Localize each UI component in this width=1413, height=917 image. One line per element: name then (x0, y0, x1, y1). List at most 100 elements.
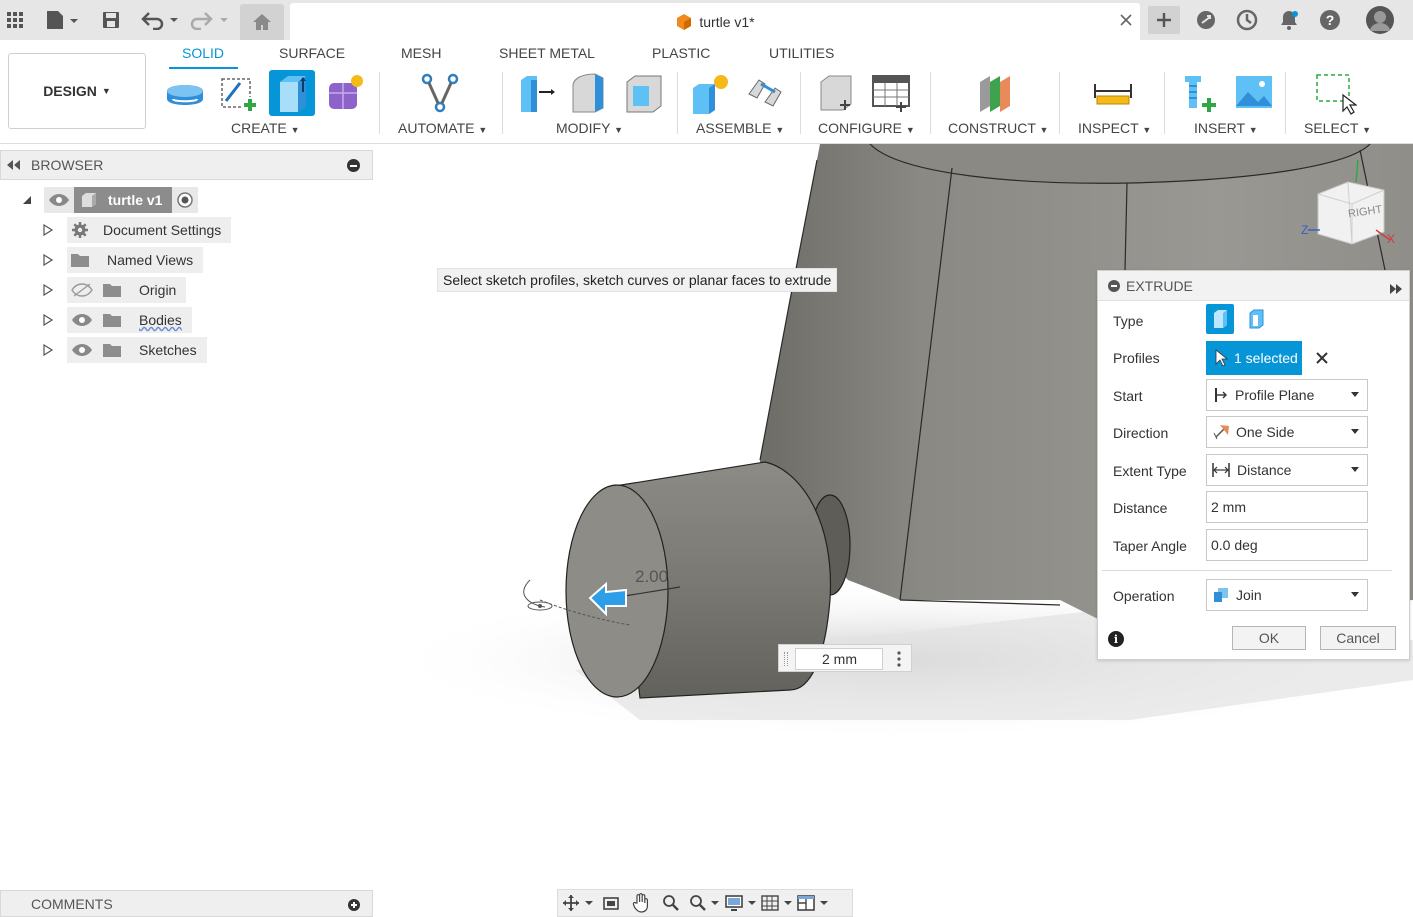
distance-input[interactable]: 2 mm (1206, 491, 1368, 523)
insert-canvas-icon[interactable] (1231, 70, 1277, 116)
add-comment-icon[interactable] (348, 899, 360, 911)
type-solid-button[interactable] (1206, 304, 1234, 334)
expand-dialog-icon[interactable] (1389, 281, 1403, 297)
extrude-tool-icon[interactable] (269, 70, 315, 116)
create-menu[interactable]: CREATE ▼ (231, 120, 300, 136)
browser-item-named-views[interactable]: Named Views (67, 247, 204, 273)
undo-icon[interactable] (140, 6, 180, 34)
inspect-menu[interactable]: INSPECT ▼ (1078, 120, 1151, 136)
workspace-label: DESIGN (43, 83, 97, 99)
joint-tool-icon[interactable] (742, 70, 788, 116)
fit-zoom-icon[interactable] (686, 891, 722, 915)
save-icon[interactable] (100, 6, 122, 34)
select-tool-icon[interactable] (1312, 70, 1358, 116)
job-status-icon[interactable] (1235, 6, 1259, 34)
collapse-panel-icon[interactable] (7, 160, 21, 170)
browser-root-row[interactable]: turtle v1 (44, 187, 199, 213)
extent-type-dropdown[interactable]: Distance (1206, 454, 1368, 486)
tab-solid[interactable]: SOLID (182, 45, 224, 61)
direction-dropdown[interactable]: One Side (1206, 416, 1368, 448)
automate-menu[interactable]: AUTOMATE ▼ (398, 120, 487, 136)
tab-utilities[interactable]: UTILITIES (769, 45, 834, 61)
activate-radio-icon[interactable] (172, 187, 199, 213)
select-menu[interactable]: SELECT ▼ (1304, 120, 1371, 136)
measure-tool-icon[interactable] (1090, 70, 1136, 116)
workspace-switcher-button[interactable]: DESIGN ▼ (8, 53, 146, 129)
collapse-triangle-icon[interactable] (20, 193, 34, 207)
shell-tool-icon[interactable] (622, 70, 668, 116)
tab-surface[interactable]: SURFACE (279, 45, 345, 61)
modify-menu[interactable]: MODIFY ▼ (556, 120, 623, 136)
browser-root-item[interactable]: turtle v1 (74, 187, 173, 213)
minimize-browser-icon[interactable] (347, 159, 360, 172)
revolve-tool-icon[interactable] (162, 70, 208, 116)
construct-menu[interactable]: CONSTRUCT ▼ (948, 120, 1048, 136)
viewports-icon[interactable] (794, 891, 830, 915)
tab-plastic[interactable]: PLASTIC (652, 45, 710, 61)
browser-item-origin[interactable]: Origin (67, 277, 187, 303)
expand-triangle-icon[interactable] (41, 223, 55, 237)
extrude-dialog-header[interactable]: EXTRUDE (1098, 271, 1409, 301)
expand-triangle-icon[interactable] (41, 343, 55, 357)
zoom-icon[interactable] (656, 891, 686, 915)
fillet-tool-icon[interactable] (568, 70, 614, 116)
expand-triangle-icon[interactable] (41, 313, 55, 327)
file-menu-icon[interactable] (42, 6, 80, 34)
hidden-eye-icon[interactable] (69, 283, 95, 297)
clear-selection-icon[interactable] (1315, 351, 1329, 368)
browser-item-sketches[interactable]: Sketches (67, 337, 207, 363)
taper-angle-input[interactable]: 0.0 deg (1206, 529, 1368, 561)
visibility-eye-icon[interactable] (44, 187, 74, 213)
look-at-icon[interactable] (596, 891, 626, 915)
document-tab[interactable]: turtle v1* (290, 3, 1140, 40)
insert-mcmaster-icon[interactable] (1178, 70, 1224, 116)
info-icon[interactable]: i (1108, 631, 1124, 647)
type-thin-button[interactable] (1242, 304, 1270, 334)
pan-hand-icon[interactable] (626, 891, 656, 915)
distance-onscreen-field[interactable]: 2 mm (795, 648, 883, 670)
new-component-tool-icon[interactable] (688, 70, 734, 116)
form-tool-icon[interactable] (322, 70, 368, 116)
grid-settings-icon[interactable] (758, 891, 794, 915)
help-icon[interactable]: ? (1318, 6, 1342, 34)
new-tab-button[interactable] (1148, 6, 1180, 34)
more-options-icon[interactable] (897, 651, 901, 670)
configuration-table-icon[interactable] (868, 70, 914, 116)
collapse-dialog-icon[interactable] (1108, 279, 1120, 292)
close-tab-icon[interactable] (1118, 12, 1134, 28)
operation-dropdown[interactable]: Join (1206, 579, 1368, 611)
visibility-eye-icon[interactable] (69, 343, 95, 357)
create-sketch-tool-icon[interactable] (215, 70, 261, 116)
distance-onscreen-input[interactable]: 2 mm (778, 644, 912, 672)
configure-menu[interactable]: CONFIGURE ▼ (818, 120, 915, 136)
home-tab[interactable] (240, 4, 284, 40)
press-pull-tool-icon[interactable] (514, 70, 560, 116)
orbit-icon[interactable] (558, 891, 596, 915)
insert-menu[interactable]: INSERT ▼ (1194, 120, 1258, 136)
offset-plane-tool-icon[interactable] (973, 70, 1019, 116)
visibility-eye-icon[interactable] (69, 313, 95, 327)
app-grid-icon[interactable] (4, 6, 26, 34)
profiles-selection-button[interactable]: 1 selected (1206, 341, 1302, 375)
cancel-button[interactable]: Cancel (1320, 626, 1396, 650)
tab-sheet-metal[interactable]: SHEET METAL (499, 45, 595, 61)
browser-item-document-settings[interactable]: Document Settings (67, 217, 232, 243)
browser-panel-header[interactable]: BROWSER (0, 150, 373, 180)
expand-triangle-icon[interactable] (41, 253, 55, 267)
expand-triangle-icon[interactable] (41, 283, 55, 297)
tab-mesh[interactable]: MESH (401, 45, 441, 61)
drag-handle-icon[interactable] (784, 652, 788, 666)
automate-tool-icon[interactable] (418, 70, 464, 116)
redo-icon[interactable] (190, 6, 230, 34)
display-settings-icon[interactable] (722, 891, 758, 915)
start-dropdown[interactable]: Profile Plane (1206, 379, 1368, 411)
folder-icon (69, 252, 91, 268)
comments-panel[interactable]: COMMENTS (0, 890, 373, 917)
notifications-bell-icon[interactable] (1277, 6, 1301, 34)
configure-tool-icon[interactable] (814, 70, 860, 116)
browser-item-bodies[interactable]: Bodies (67, 307, 192, 333)
ok-button[interactable]: OK (1232, 626, 1306, 650)
user-avatar[interactable] (1364, 6, 1396, 34)
assemble-menu[interactable]: ASSEMBLE ▼ (696, 120, 784, 136)
extensions-icon[interactable] (1194, 6, 1218, 34)
